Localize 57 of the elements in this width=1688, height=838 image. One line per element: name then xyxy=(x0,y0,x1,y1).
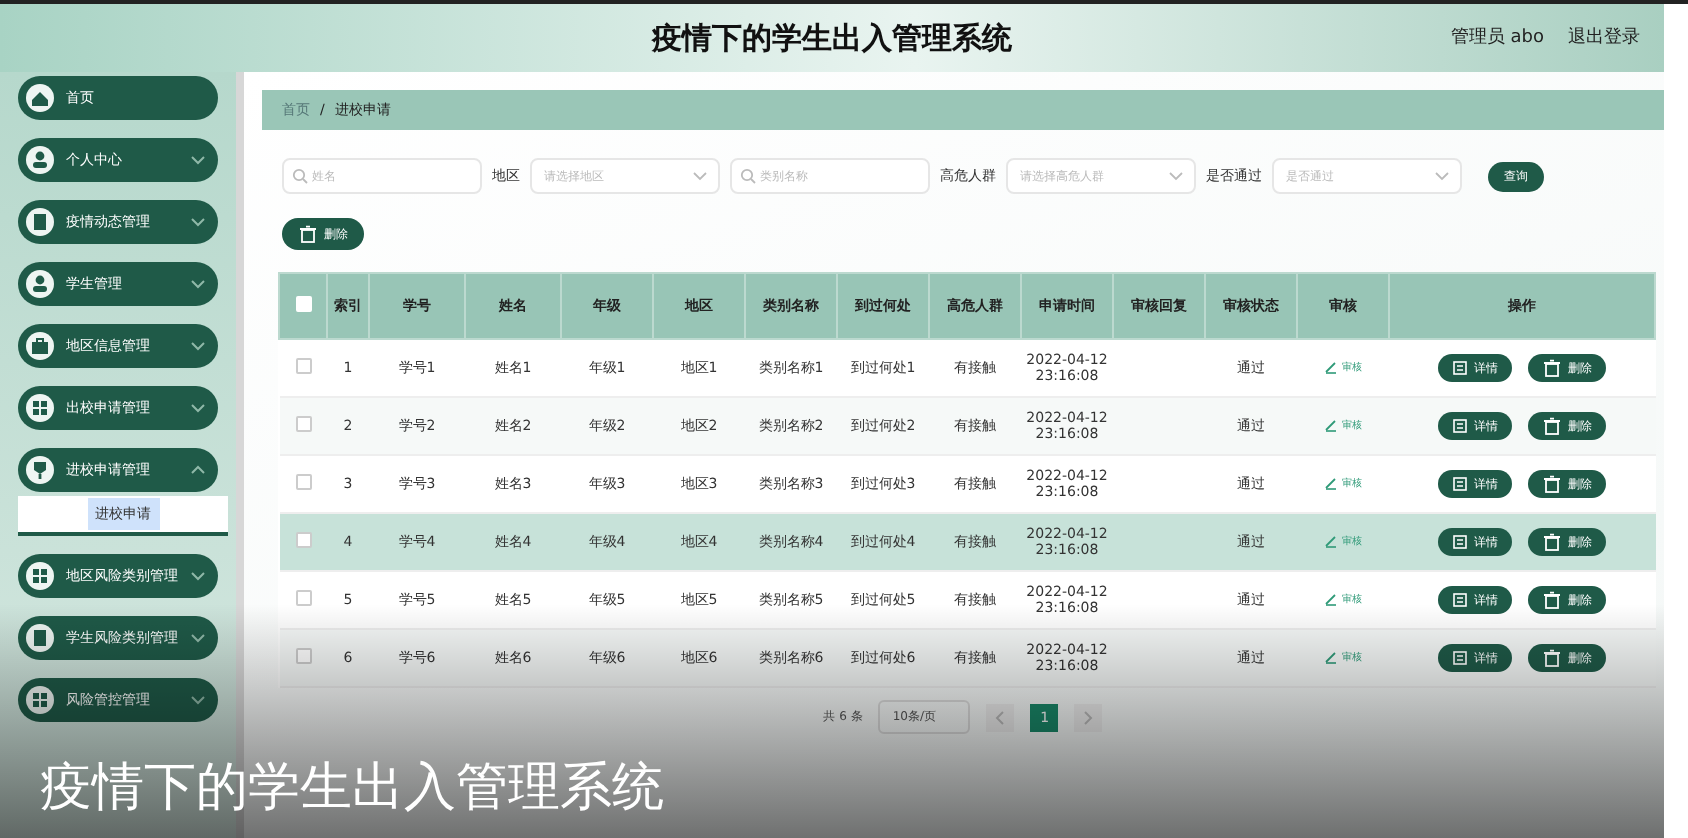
checkbox[interactable] xyxy=(295,648,311,664)
chevron-down-icon xyxy=(1168,170,1184,182)
checkbox[interactable] xyxy=(295,358,311,374)
pencil-icon xyxy=(1324,417,1338,431)
checkbox[interactable] xyxy=(295,416,311,432)
home-icon xyxy=(28,86,52,110)
chevron-right-icon xyxy=(1082,709,1095,725)
trash-icon xyxy=(1542,474,1562,494)
pencil-icon xyxy=(1324,649,1338,663)
trash-icon xyxy=(1542,648,1562,668)
chevron-down-icon xyxy=(190,570,206,582)
cup-icon xyxy=(28,458,52,482)
document-icon xyxy=(28,210,52,234)
pencil-icon xyxy=(1324,359,1338,373)
grid-icon xyxy=(28,688,52,712)
trash-icon xyxy=(1542,590,1562,610)
document-icon xyxy=(1452,592,1468,608)
chevron-down-icon xyxy=(190,632,206,644)
site-title: 疫情下的学生出入管理系统 xyxy=(652,19,1012,57)
trash-icon xyxy=(298,224,318,244)
chevron-down-icon xyxy=(190,278,206,290)
chevron-left-icon xyxy=(994,709,1007,725)
user-icon xyxy=(28,148,52,172)
user-icon xyxy=(28,272,52,296)
document-icon xyxy=(1452,418,1468,434)
logout-link[interactable]: 退出登录 xyxy=(1568,24,1640,50)
trash-icon xyxy=(1542,416,1562,436)
document-icon xyxy=(1452,534,1468,550)
checkbox[interactable] xyxy=(295,532,311,548)
pencil-icon xyxy=(1324,475,1338,489)
checkbox[interactable] xyxy=(295,474,311,490)
chevron-down-icon xyxy=(190,154,206,166)
pencil-icon xyxy=(1324,533,1338,547)
document-icon xyxy=(1452,360,1468,376)
grid-icon xyxy=(28,564,52,588)
next-page-button[interactable] xyxy=(1074,703,1103,731)
video-caption: 疫情下的学生出入管理系统 xyxy=(40,760,664,818)
chevron-down-icon xyxy=(1434,170,1450,182)
search-icon xyxy=(292,168,308,184)
trash-icon xyxy=(1542,358,1562,378)
grid-icon xyxy=(28,396,52,420)
previous-page-button[interactable] xyxy=(986,703,1015,731)
document-icon xyxy=(1452,476,1468,492)
document-icon xyxy=(28,626,52,650)
briefcase-icon xyxy=(28,334,52,358)
chevron-up-icon xyxy=(190,464,206,476)
chevron-down-icon xyxy=(190,402,206,414)
chevron-down-icon xyxy=(190,216,206,228)
chevron-down-icon xyxy=(190,694,206,706)
document-icon xyxy=(1452,650,1468,666)
search-icon xyxy=(740,168,756,184)
pencil-icon xyxy=(1324,591,1338,605)
trash-icon xyxy=(1542,532,1562,552)
chevron-down-icon xyxy=(190,340,206,352)
checkbox[interactable] xyxy=(295,590,311,606)
chevron-down-icon xyxy=(692,170,708,182)
user-name: 管理员 abo xyxy=(1450,25,1544,50)
